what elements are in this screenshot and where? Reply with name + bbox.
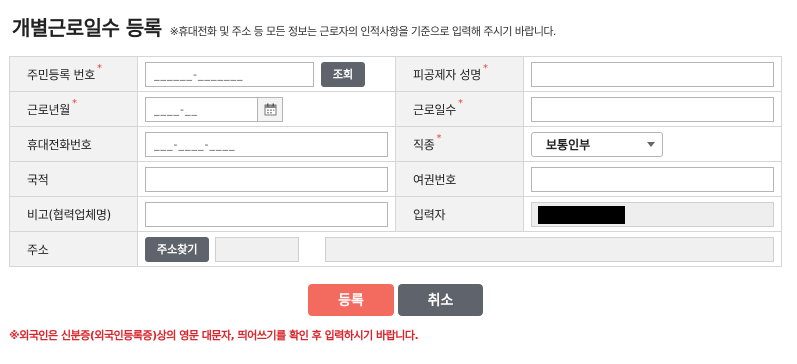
work-month-picker xyxy=(145,96,283,122)
page-title: 개별근로일수 등록 xyxy=(12,16,162,40)
form-row: 국적 여권번호 xyxy=(9,161,782,197)
entered-by-label: 입력자 xyxy=(395,196,524,232)
required-mark: * xyxy=(436,132,442,144)
insured-name-input[interactable] xyxy=(531,61,774,87)
nationality-label: 국적 xyxy=(9,161,138,197)
required-mark: * xyxy=(71,97,77,109)
job-type-selected: 보통인부 xyxy=(546,137,591,152)
form-row: 주민등록 번호* 조회 피공제자 성명* xyxy=(9,56,782,92)
form-row: 근로년월 * ____-__ 근로일수 * xyxy=(9,91,782,127)
resident-number-label: 주민등록 번호 * xyxy=(9,56,138,92)
job-type-select[interactable]: 보통인부 xyxy=(531,131,663,157)
address-detail-input xyxy=(325,236,775,262)
remarks-input[interactable] xyxy=(145,201,388,227)
entered-by-field xyxy=(531,201,774,227)
foreigner-notice: ※외국인은 신분증(외국인등록증)상의 영문 대문자, 띄어쓰기를 확인 후 입… xyxy=(9,329,419,342)
passport-input[interactable] xyxy=(531,166,774,192)
registration-form: 주민등록 번호* 조회 피공제자 성명* 근로년월* xyxy=(9,56,782,267)
nationality-input[interactable] xyxy=(145,166,388,192)
chevron-down-icon xyxy=(647,141,655,147)
address-label: 주소 xyxy=(9,231,138,267)
submit-button[interactable]: 등록 xyxy=(308,284,394,316)
passport-label: 여권번호 xyxy=(395,161,524,197)
required-mark: * xyxy=(457,97,463,109)
address-search-button[interactable]: 주소찾기 xyxy=(145,236,210,262)
work-days-input[interactable] xyxy=(531,96,774,122)
remarks-label: 비고(협력업체명) xyxy=(9,196,138,232)
cancel-button[interactable]: 취소 xyxy=(398,284,483,316)
redacted-block xyxy=(538,205,625,224)
work-days-label: 근로일수 * xyxy=(395,91,524,127)
page-header: 개별근로일수 등록 ※휴대전화 및 주소 등 모든 정보는 근로자의 인적사항을… xyxy=(12,12,556,41)
form-row: 휴대전화번호 직종* 보통인부 xyxy=(9,126,782,162)
work-month-input[interactable] xyxy=(145,96,257,122)
insured-name-label: 피공제자 성명 * xyxy=(395,56,524,92)
work-month-label: 근로년월 * xyxy=(9,91,138,127)
required-mark: * xyxy=(96,62,102,74)
zipcode-input xyxy=(215,236,300,262)
page-notice: ※휴대전화 및 주소 등 모든 정보는 근로자의 인적사항을 기준으로 입력해 … xyxy=(169,25,557,38)
lookup-button[interactable]: 조회 xyxy=(320,61,366,87)
mobile-input[interactable] xyxy=(145,131,388,157)
form-row: 주소 주소찾기 xyxy=(9,231,782,267)
mobile-label: 휴대전화번호 xyxy=(9,126,138,162)
calendar-icon[interactable] xyxy=(257,96,283,122)
job-type-label: 직종 * xyxy=(395,126,524,162)
form-row: 비고(협력업체명) 입력자 xyxy=(9,196,782,232)
required-mark: * xyxy=(482,62,488,74)
form-actions: 등록 취소 xyxy=(0,284,797,316)
resident-number-input[interactable] xyxy=(145,61,314,87)
